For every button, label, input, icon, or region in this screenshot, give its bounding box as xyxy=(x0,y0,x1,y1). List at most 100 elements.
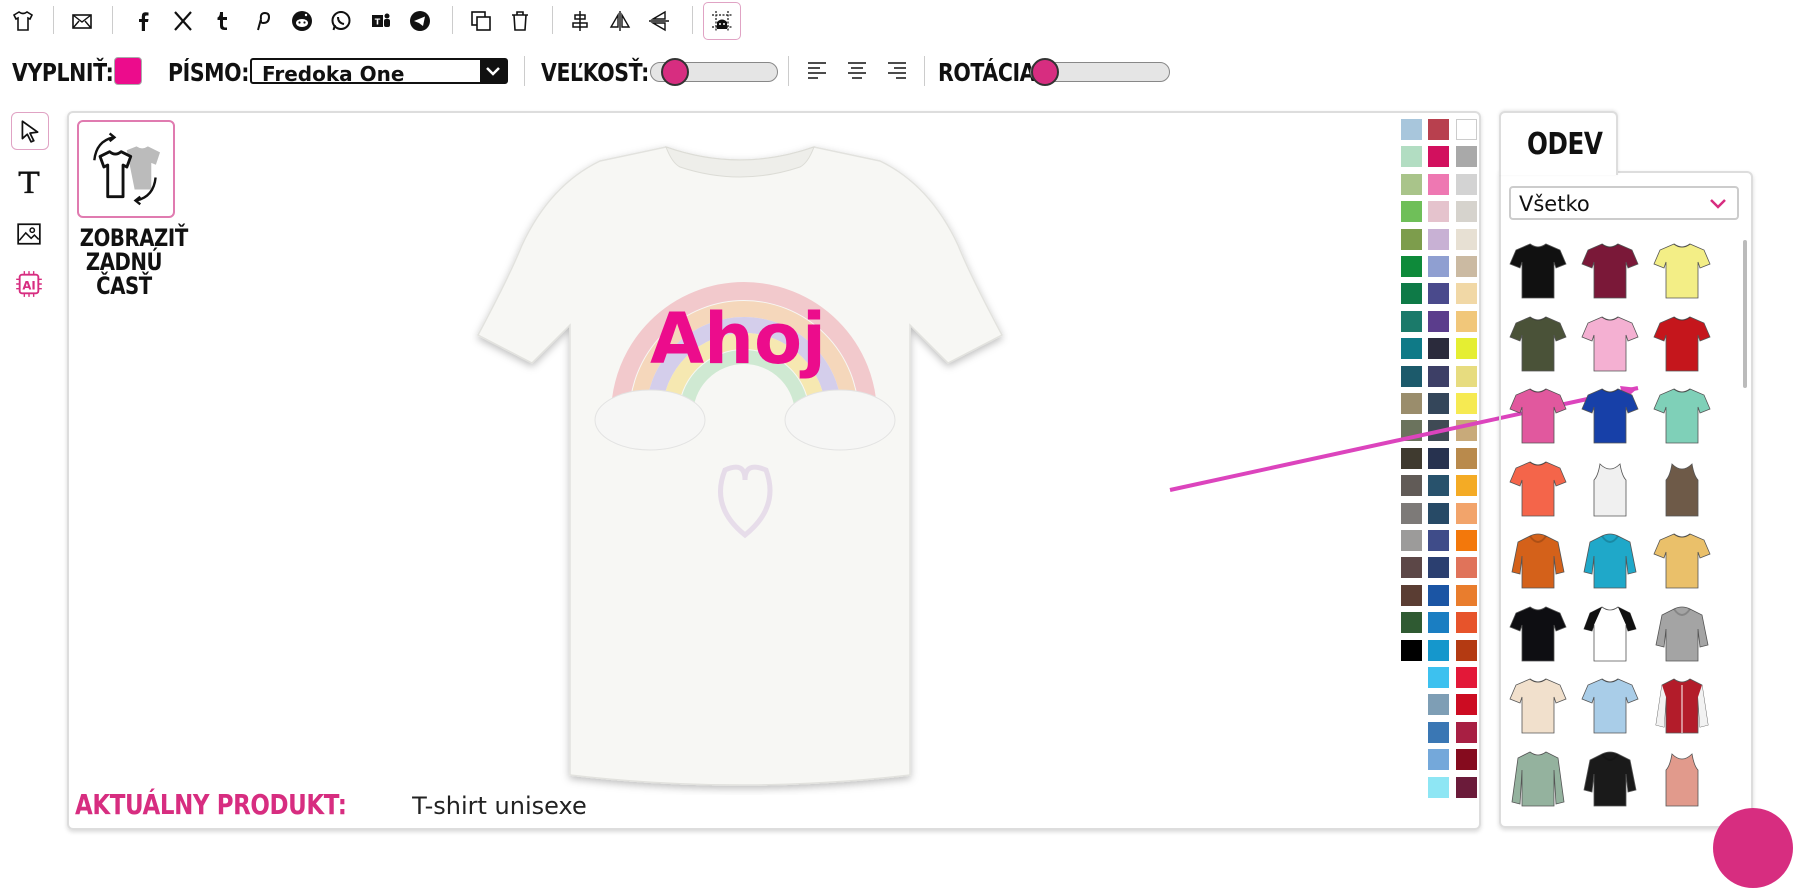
rotation-slider[interactable] xyxy=(1030,58,1170,86)
color-swatch[interactable] xyxy=(1456,530,1477,551)
color-swatch[interactable] xyxy=(1428,639,1449,661)
cream-tshirt-thumbnail[interactable] xyxy=(1508,675,1568,737)
align-center-icon[interactable] xyxy=(565,6,595,36)
color-swatch[interactable] xyxy=(1401,502,1422,524)
color-swatch[interactable] xyxy=(1428,310,1449,332)
color-swatch[interactable] xyxy=(1456,776,1477,798)
font-select[interactable]: Fredoka One xyxy=(250,58,508,86)
color-swatch[interactable] xyxy=(1456,557,1477,579)
align-left-icon[interactable] xyxy=(806,60,828,82)
color-swatch[interactable] xyxy=(1456,256,1477,277)
color-swatch[interactable] xyxy=(1428,721,1449,743)
color-swatch[interactable] xyxy=(1428,256,1449,277)
color-swatch[interactable] xyxy=(1428,694,1449,716)
color-swatch[interactable] xyxy=(1401,584,1422,606)
teams-icon[interactable]: T xyxy=(366,6,396,36)
color-swatch[interactable] xyxy=(1428,173,1449,195)
color-swatch[interactable] xyxy=(1456,502,1477,524)
product-tshirt-preview[interactable]: Ahoj xyxy=(470,135,1010,795)
color-swatch[interactable] xyxy=(1428,283,1449,305)
duplicate-icon[interactable] xyxy=(466,6,496,36)
color-swatch[interactable] xyxy=(1428,749,1449,771)
color-swatch[interactable] xyxy=(1401,173,1422,195)
color-swatch[interactable] xyxy=(1428,338,1449,360)
rose-tank-top-thumbnail[interactable] xyxy=(1652,748,1712,810)
color-swatch[interactable] xyxy=(1428,146,1449,168)
color-swatch[interactable] xyxy=(1456,612,1477,634)
color-swatch[interactable] xyxy=(1456,228,1477,250)
color-swatch[interactable] xyxy=(1428,530,1449,551)
design-text[interactable]: Ahoj xyxy=(650,298,826,380)
select-tool-icon[interactable] xyxy=(11,112,49,150)
category-select[interactable]: Všetko xyxy=(1509,186,1739,220)
size-slider[interactable] xyxy=(650,58,778,86)
black-orange-hoodie-thumbnail[interactable] xyxy=(1580,748,1640,810)
color-swatch[interactable] xyxy=(1401,557,1422,579)
tie-dye-tshirt-thumbnail[interactable] xyxy=(1652,530,1712,592)
guides-icon[interactable] xyxy=(703,2,741,40)
show-back-view-button[interactable] xyxy=(77,120,175,218)
olive-tshirt-thumbnail[interactable] xyxy=(1508,313,1568,375)
color-swatch[interactable] xyxy=(1428,776,1449,798)
color-swatch[interactable] xyxy=(1456,639,1477,661)
color-swatch[interactable] xyxy=(1456,119,1477,140)
rotation-slider-handle[interactable] xyxy=(1031,58,1059,86)
reddit-icon[interactable] xyxy=(287,6,317,36)
color-swatch[interactable] xyxy=(1401,146,1422,168)
tshirt-icon[interactable] xyxy=(8,6,38,36)
fuchsia-womens-tshirt-thumbnail[interactable] xyxy=(1508,385,1568,447)
brown-tank-top-thumbnail[interactable] xyxy=(1652,458,1712,520)
color-swatch[interactable] xyxy=(1456,338,1477,360)
size-slider-handle[interactable] xyxy=(661,58,689,86)
color-swatch[interactable] xyxy=(1401,338,1422,360)
color-swatch[interactable] xyxy=(1401,119,1422,140)
flip-vertical-icon[interactable] xyxy=(644,6,674,36)
dip-dye-tshirt-thumbnail[interactable] xyxy=(1580,675,1640,737)
color-swatch[interactable] xyxy=(1456,146,1477,168)
color-swatch[interactable] xyxy=(1456,749,1477,771)
color-swatch[interactable] xyxy=(1428,584,1449,606)
color-swatch[interactable] xyxy=(1428,201,1449,223)
coral-tshirt-thumbnail[interactable] xyxy=(1508,458,1568,520)
text-tool-icon[interactable] xyxy=(11,164,47,200)
yellow-tshirt-thumbnail[interactable] xyxy=(1652,240,1712,302)
panel-scrollbar[interactable] xyxy=(1743,240,1747,388)
color-swatch[interactable] xyxy=(1456,173,1477,195)
black-tshirt-thumbnail[interactable] xyxy=(1508,240,1568,302)
align-center-text-icon[interactable] xyxy=(846,60,868,82)
image-tool-icon[interactable] xyxy=(11,216,47,252)
color-swatch[interactable] xyxy=(1401,530,1422,551)
chevron-down-icon[interactable] xyxy=(480,60,506,82)
chat-button[interactable] xyxy=(1713,808,1793,888)
varsity-jacket-thumbnail[interactable] xyxy=(1652,675,1712,737)
orange-hoodie-thumbnail[interactable] xyxy=(1508,530,1568,592)
color-swatch[interactable] xyxy=(1456,201,1477,223)
color-swatch[interactable] xyxy=(1456,283,1477,305)
color-swatch[interactable] xyxy=(1456,721,1477,743)
red-tshirt-thumbnail[interactable] xyxy=(1652,313,1712,375)
facebook-icon[interactable] xyxy=(128,6,158,36)
royal-blue-tshirt-thumbnail[interactable] xyxy=(1580,385,1640,447)
color-swatch[interactable] xyxy=(1401,201,1422,223)
color-swatch[interactable] xyxy=(1428,667,1449,688)
color-swatch[interactable] xyxy=(1401,256,1422,277)
pink-tshirt-thumbnail[interactable] xyxy=(1580,313,1640,375)
color-swatch[interactable] xyxy=(1428,119,1449,140)
color-swatch[interactable] xyxy=(1456,694,1477,716)
color-swatch[interactable] xyxy=(1428,228,1449,250)
flip-horizontal-icon[interactable] xyxy=(605,6,635,36)
color-swatch[interactable] xyxy=(1428,502,1449,524)
color-swatch[interactable] xyxy=(1456,667,1477,688)
ai-tool-icon[interactable]: AI xyxy=(11,266,47,302)
color-swatch[interactable] xyxy=(1428,612,1449,634)
color-swatch[interactable] xyxy=(1401,310,1422,332)
telegram-icon[interactable] xyxy=(405,6,435,36)
align-right-icon[interactable] xyxy=(886,60,908,82)
color-swatch[interactable] xyxy=(1401,639,1422,661)
x-twitter-icon[interactable] xyxy=(168,6,198,36)
black-tshirt-2-thumbnail[interactable] xyxy=(1508,603,1568,665)
mint-tshirt-thumbnail[interactable] xyxy=(1652,385,1712,447)
burgundy-tshirt-thumbnail[interactable] xyxy=(1580,240,1640,302)
trash-icon[interactable] xyxy=(505,6,535,36)
color-swatch[interactable] xyxy=(1401,283,1422,305)
